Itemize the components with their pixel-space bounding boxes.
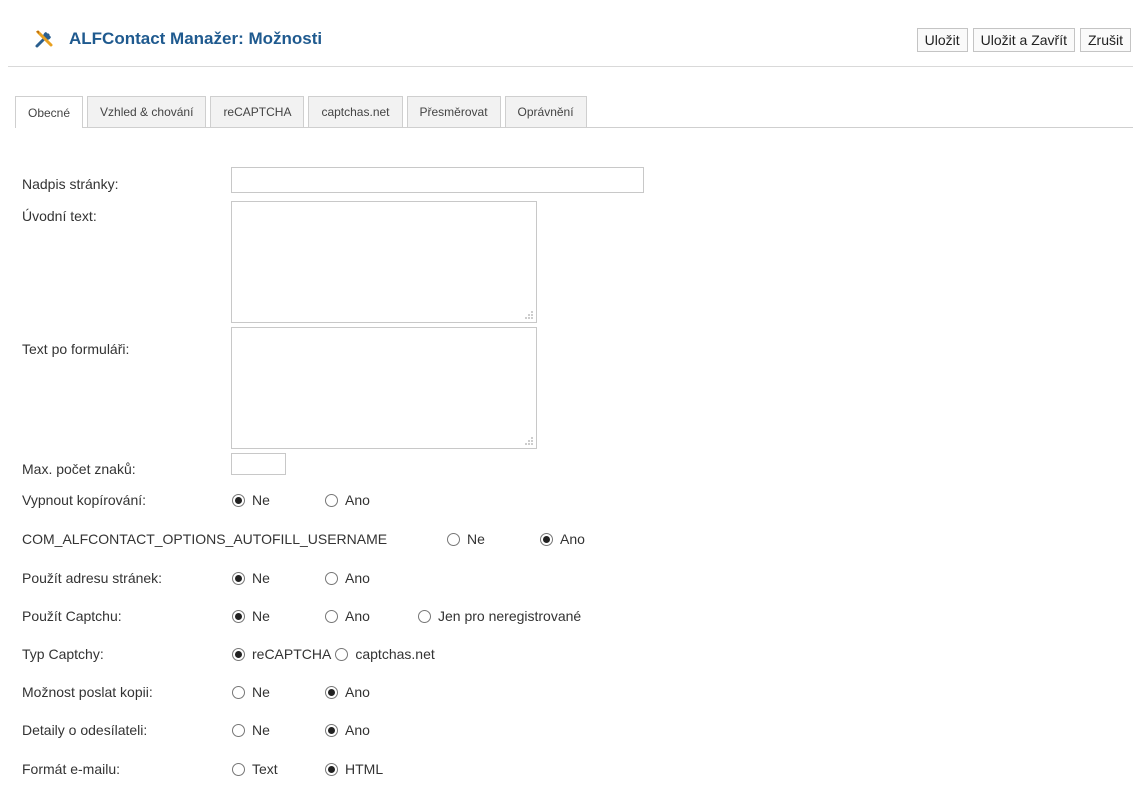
radio-selected-icon [325, 685, 338, 699]
save-button[interactable]: Uložit [916, 28, 968, 52]
radio-empty-icon [325, 493, 338, 507]
tab-recaptcha[interactable]: reCAPTCHA [210, 96, 305, 127]
sender-details-label: Detaily o odesílateli: [22, 722, 148, 738]
disable-copy-label: Vypnout kopírování: [22, 492, 147, 508]
send-copy-no-radio[interactable]: Ne [232, 684, 325, 700]
after-text-label: Text po formuláři: [22, 341, 130, 357]
radio-empty-icon [232, 762, 245, 776]
intro-text-label: Úvodní text: [22, 208, 97, 224]
autofill-username-radio-group: Ne Ano [447, 531, 585, 547]
page-header: ALFContact Manažer: Možnosti [33, 26, 322, 52]
use-captcha-radio-group: Ne Ano Jen pro neregistrované [232, 608, 581, 624]
radio-empty-icon [232, 685, 245, 699]
email-format-radio-group: Text HTML [232, 761, 383, 777]
send-copy-label: Možnost poslat kopii: [22, 684, 153, 700]
radio-selected-icon [232, 493, 245, 507]
email-format-text-radio[interactable]: Text [232, 761, 325, 777]
autofill-username-yes-radio[interactable]: Ano [540, 531, 585, 547]
autofill-username-label: COM_ALFCONTACT_OPTIONS_AUTOFILL_USERNAME [22, 531, 388, 547]
email-format-html-radio[interactable]: HTML [325, 761, 383, 777]
autofill-username-no-radio[interactable]: Ne [447, 531, 540, 547]
disable-copy-radio-group: Ne Ano [232, 492, 370, 508]
send-copy-yes-radio[interactable]: Ano [325, 684, 370, 700]
max-chars-label: Max. počet znaků: [22, 461, 136, 477]
captcha-type-captchas-net-radio[interactable]: captchas.net [335, 646, 435, 662]
email-format-label: Formát e-mailu: [22, 761, 121, 777]
tab-captchas-net[interactable]: captchas.net [308, 96, 403, 127]
radio-selected-icon [232, 647, 245, 661]
sender-details-no-radio[interactable]: Ne [232, 722, 325, 738]
radio-empty-icon [447, 532, 460, 546]
cancel-button[interactable]: Zrušit [1080, 28, 1131, 52]
sender-details-yes-radio[interactable]: Ano [325, 722, 370, 738]
resize-grip-icon[interactable] [522, 308, 534, 320]
tab-panel-border [15, 127, 1133, 128]
radio-selected-icon [325, 723, 338, 737]
use-site-address-label: Použít adresu stránek: [22, 570, 163, 586]
radio-empty-icon [418, 609, 431, 623]
tab-appearance[interactable]: Vzhled & chování [87, 96, 207, 127]
resize-grip-icon[interactable] [522, 434, 534, 446]
tab-permissions[interactable]: Oprávnění [504, 96, 587, 127]
tools-icon [35, 30, 53, 48]
after-text-textarea[interactable] [231, 327, 537, 449]
tab-bar: Obecné Vzhled & chování reCAPTCHA captch… [15, 96, 591, 128]
page-heading-input[interactable] [231, 167, 644, 193]
use-site-address-no-radio[interactable]: Ne [232, 570, 325, 586]
radio-empty-icon [232, 723, 245, 737]
captcha-type-recaptcha-radio[interactable]: reCAPTCHA [232, 646, 331, 662]
disable-copy-yes-radio[interactable]: Ano [325, 492, 370, 508]
radio-selected-icon [232, 571, 245, 585]
page-title: ALFContact Manažer: Možnosti [69, 29, 323, 48]
use-captcha-unregistered-radio[interactable]: Jen pro neregistrované [418, 608, 581, 624]
radio-selected-icon [232, 609, 245, 623]
use-captcha-no-radio[interactable]: Ne [232, 608, 325, 624]
radio-empty-icon [335, 647, 349, 661]
use-site-address-radio-group: Ne Ano [232, 570, 370, 586]
intro-text-textarea[interactable] [231, 201, 537, 323]
sender-details-radio-group: Ne Ano [232, 722, 370, 738]
radio-selected-icon [540, 532, 553, 546]
use-captcha-label: Použít Captchu: [22, 608, 122, 624]
tab-general[interactable]: Obecné [15, 96, 84, 128]
tab-redirect[interactable]: Přesměrovat [406, 96, 501, 127]
use-site-address-yes-radio[interactable]: Ano [325, 570, 370, 586]
disable-copy-no-radio[interactable]: Ne [232, 492, 325, 508]
radio-empty-icon [325, 609, 338, 623]
send-copy-radio-group: Ne Ano [232, 684, 370, 700]
header-divider [8, 66, 1133, 67]
toolbar: Uložit Uložit a Zavřít Zrušit [916, 28, 1131, 52]
use-captcha-yes-radio[interactable]: Ano [325, 608, 418, 624]
captcha-type-radio-group: reCAPTCHA captchas.net [232, 646, 435, 662]
page-heading-label: Nadpis stránky: [22, 176, 119, 192]
radio-empty-icon [325, 571, 338, 585]
captcha-type-label: Typ Captchy: [22, 646, 104, 662]
save-close-button[interactable]: Uložit a Zavřít [972, 28, 1075, 52]
max-chars-input[interactable] [231, 453, 286, 475]
radio-selected-icon [325, 762, 338, 776]
